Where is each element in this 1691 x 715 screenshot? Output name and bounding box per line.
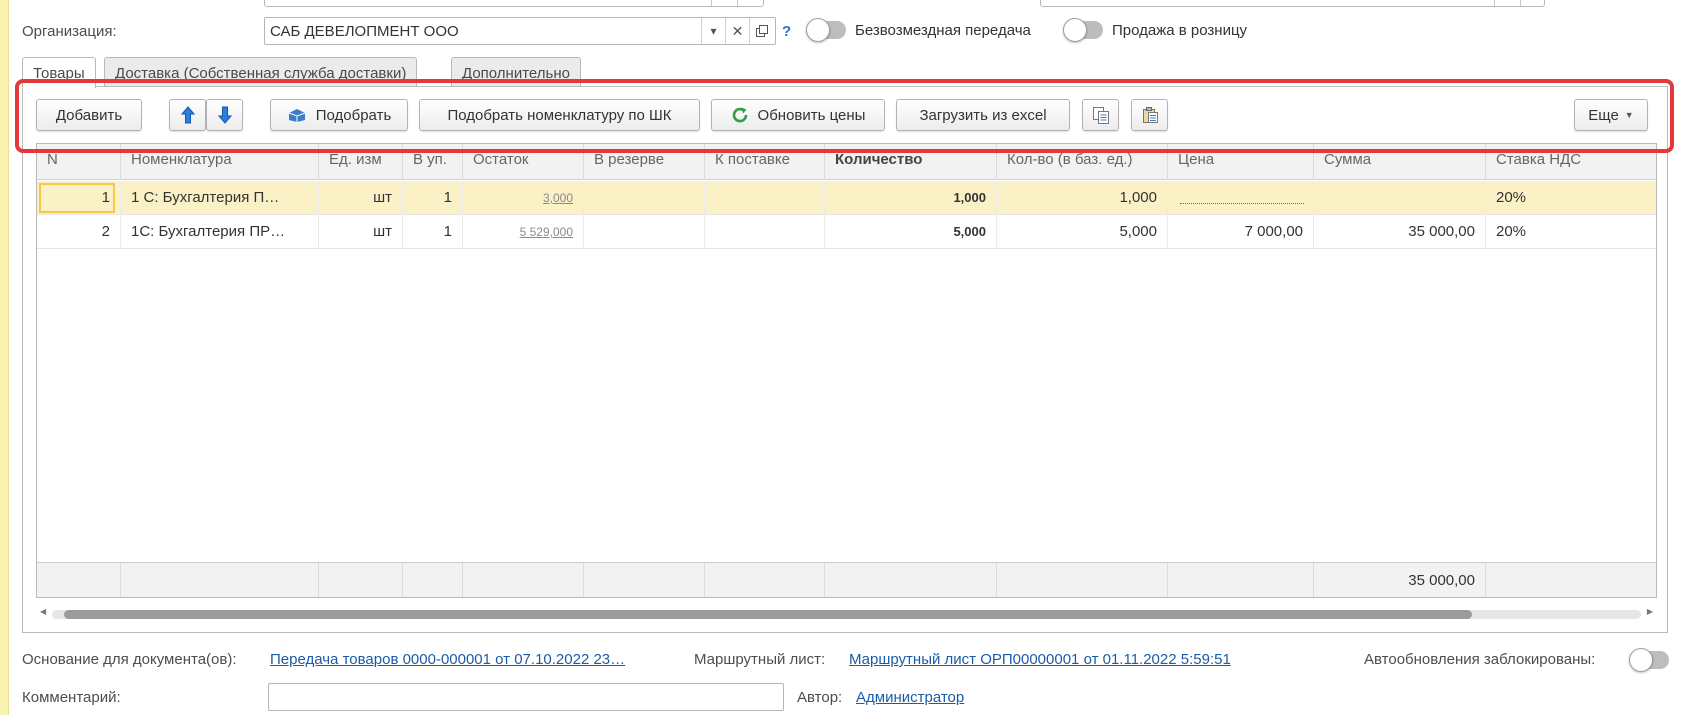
col-unit[interactable]: Ед. изм — [319, 144, 403, 180]
free-transfer-toggle[interactable] — [806, 18, 846, 42]
retail-toggle[interactable] — [1063, 18, 1103, 42]
cell-qty[interactable]: 5,000 — [825, 215, 997, 249]
cell-reserve[interactable] — [584, 181, 705, 215]
pick-button[interactable]: Подобрать — [270, 99, 408, 131]
table-header: N Номенклатура Ед. изм В уп. Остаток В р… — [37, 144, 1656, 180]
tab-goods[interactable]: Товары — [22, 57, 96, 88]
col-price[interactable]: Цена — [1168, 144, 1314, 180]
help-icon[interactable]: ? — [782, 23, 791, 40]
horizontal-scrollbar[interactable]: ◀ ▶ — [36, 607, 1657, 621]
cell-item[interactable]: 1С: Бухгалтерия ПР… — [121, 215, 319, 249]
basis-label: Основание для документа(ов): — [22, 651, 237, 668]
more-label: Еще — [1588, 106, 1619, 124]
cell-pack[interactable]: 1 — [403, 181, 463, 215]
move-down-button[interactable] — [206, 99, 243, 131]
col-pack[interactable]: В уп. — [403, 144, 463, 180]
table-row[interactable]: 2 1С: Бухгалтерия ПР… шт 1 5 529,000 5,0… — [37, 215, 1656, 249]
organization-value: САБ ДЕВЕЛОПМЕНТ ООО — [270, 23, 459, 40]
cell-unit[interactable]: шт — [319, 181, 403, 215]
basis-link[interactable]: Передача товаров 0000-000001 от 07.10.20… — [270, 651, 625, 668]
copy-icon — [1092, 107, 1109, 124]
cell-n[interactable]: 2 — [37, 215, 121, 249]
organization-label: Организация: — [22, 23, 117, 40]
free-transfer-label: Безвозмездная передача — [855, 22, 1031, 39]
price-required-marker — [1180, 203, 1304, 204]
cell-to-supply[interactable] — [705, 215, 825, 249]
route-label: Маршрутный лист: — [694, 651, 826, 668]
col-reserve[interactable]: В резерве — [584, 144, 705, 180]
pick-label: Подобрать — [315, 106, 392, 124]
clear-icon[interactable]: ✕ — [725, 18, 749, 44]
cell-qty-base[interactable]: 1,000 — [997, 181, 1168, 215]
tab-additional[interactable]: Дополнительно — [451, 57, 581, 87]
scroll-right-icon[interactable]: ▶ — [1647, 607, 1653, 616]
move-up-button[interactable] — [169, 99, 206, 131]
col-stock[interactable]: Остаток — [463, 144, 584, 180]
cell-price[interactable]: 7 000,00 — [1168, 215, 1314, 249]
table-row[interactable]: 1 1 С: Бухгалтерия П… шт 1 3,000 1,000 1… — [37, 181, 1656, 215]
scroll-left-icon[interactable]: ◀ — [40, 607, 46, 616]
author-link[interactable]: Администратор — [856, 689, 964, 706]
cell-pack[interactable]: 1 — [403, 215, 463, 249]
tab-delivery[interactable]: Доставка (Собственная служба доставки) — [104, 57, 418, 87]
cell-reserve[interactable] — [584, 215, 705, 249]
col-vat[interactable]: Ставка НДС — [1486, 144, 1656, 180]
retail-label: Продажа в розницу — [1112, 22, 1248, 39]
update-prices-label: Обновить цены — [757, 106, 866, 124]
add-button[interactable]: Добавить — [36, 99, 142, 131]
load-excel-button[interactable]: Загрузить из excel — [896, 99, 1070, 131]
cell-sum[interactable]: 35 000,00 — [1314, 215, 1486, 249]
upper-field-cutoff-2[interactable] — [1040, 0, 1545, 7]
author-label: Автор: — [797, 689, 843, 706]
organization-field[interactable]: САБ ДЕВЕЛОПМЕНТ ООО ▾ ✕ — [264, 17, 776, 45]
cell-n[interactable]: 1 — [37, 181, 121, 215]
comment-label: Комментарий: — [22, 689, 121, 706]
cell-stock[interactable]: 3,000 — [463, 181, 584, 215]
cell-price[interactable] — [1168, 181, 1314, 215]
goods-table[interactable]: N Номенклатура Ед. изм В уп. Остаток В р… — [36, 143, 1657, 598]
cell-qty[interactable]: 1,000 — [825, 181, 997, 215]
cell-to-supply[interactable] — [705, 181, 825, 215]
more-button[interactable]: Еще ▼ — [1574, 99, 1648, 131]
cell-qty-base[interactable]: 5,000 — [997, 215, 1168, 249]
col-n[interactable]: N — [37, 144, 121, 180]
left-edge-strip — [0, 0, 9, 715]
col-item[interactable]: Номенклатура — [121, 144, 319, 180]
arrow-down-icon — [217, 106, 232, 124]
col-qty-base[interactable]: Кол-во (в баз. ед.) — [997, 144, 1168, 180]
cell-item[interactable]: 1 С: Бухгалтерия П… — [121, 181, 319, 215]
table-footer: 35 000,00 — [37, 562, 1656, 597]
arrow-up-icon — [180, 106, 195, 124]
upper-field-cutoff[interactable] — [264, 0, 764, 7]
cell-vat[interactable]: 20% — [1486, 181, 1656, 215]
paste-button[interactable] — [1131, 99, 1168, 131]
scroll-thumb[interactable] — [64, 610, 1472, 619]
autoupdate-label: Автообновления заблокированы: — [1364, 651, 1596, 668]
paste-icon — [1142, 107, 1158, 123]
cell-stock[interactable]: 5 529,000 — [463, 215, 584, 249]
update-prices-button[interactable]: Обновить цены — [711, 99, 885, 131]
route-link[interactable]: Маршрутный лист ОРП00000001 от 01.11.202… — [849, 651, 1231, 668]
autoupdate-toggle[interactable] — [1629, 648, 1669, 672]
dropdown-icon[interactable]: ▾ — [701, 18, 725, 44]
col-to-supply[interactable]: К поставке — [705, 144, 825, 180]
chevron-down-icon: ▼ — [1624, 110, 1634, 120]
refresh-icon — [731, 106, 749, 124]
cell-vat[interactable]: 20% — [1486, 215, 1656, 249]
cell-sum[interactable] — [1314, 181, 1486, 215]
copy-button[interactable] — [1082, 99, 1119, 131]
col-sum[interactable]: Сумма — [1314, 144, 1486, 180]
cell-unit[interactable]: шт — [319, 215, 403, 249]
col-qty[interactable]: Количество — [825, 144, 997, 180]
pick-barcode-button[interactable]: Подобрать номенклатуру по ШК — [419, 99, 700, 131]
pick-box-icon — [287, 107, 307, 123]
comment-field[interactable] — [268, 683, 784, 711]
open-icon[interactable] — [749, 18, 773, 44]
total-sum: 35 000,00 — [1314, 563, 1486, 597]
